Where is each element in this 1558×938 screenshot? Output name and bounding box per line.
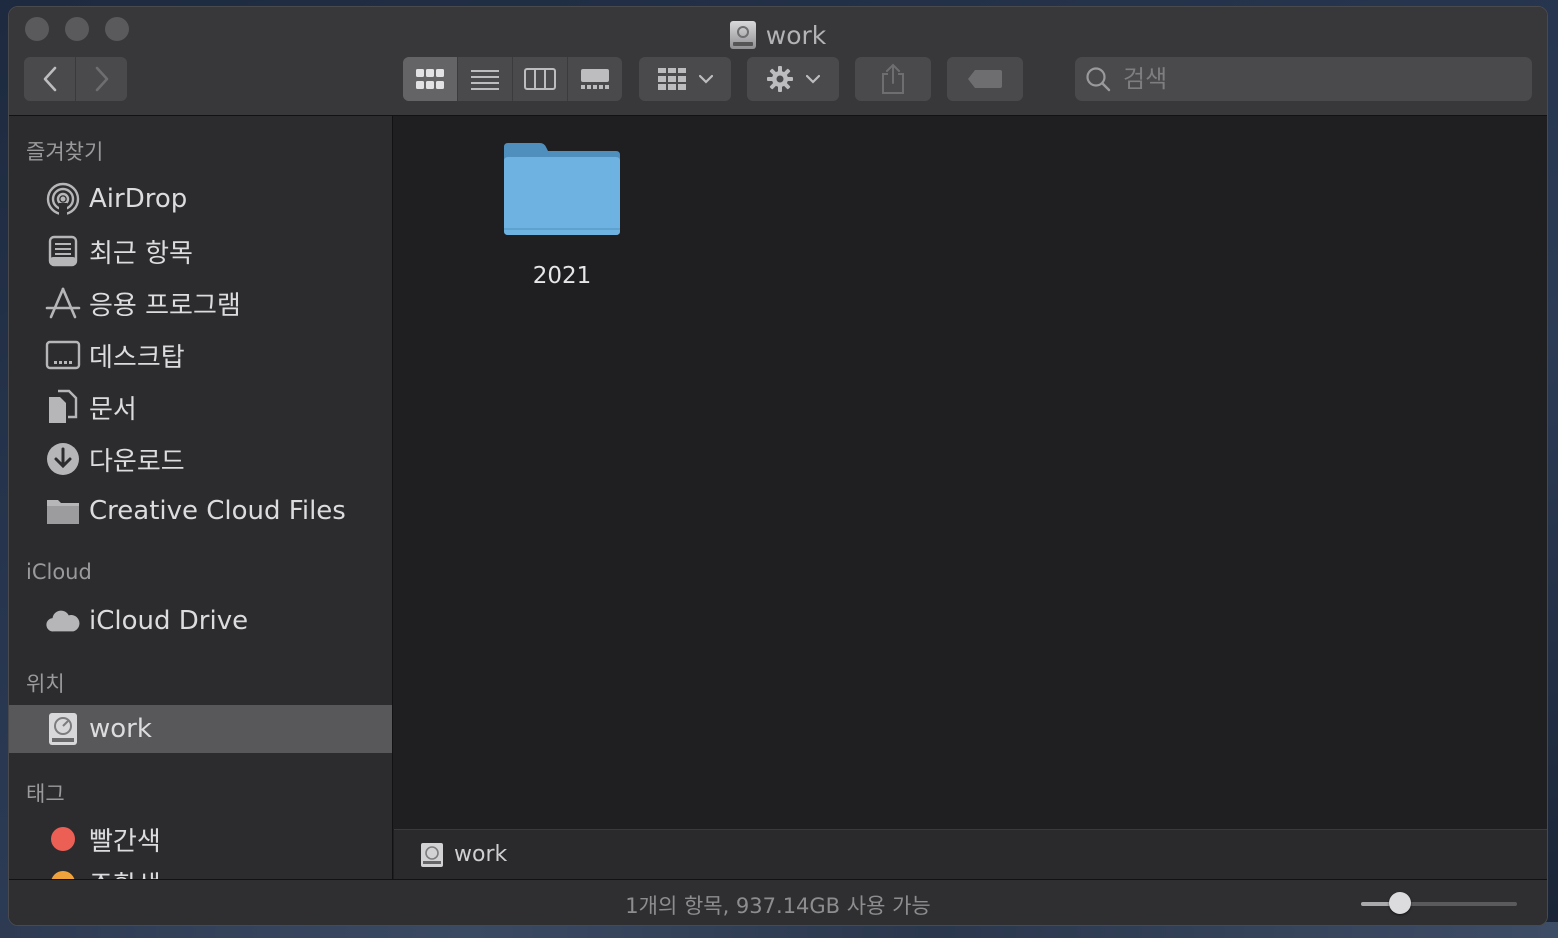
window-title: work xyxy=(9,13,1547,57)
desktop-icon xyxy=(45,337,81,373)
icon-view-button[interactable] xyxy=(403,57,457,101)
sidebar-item-label: 문서 xyxy=(89,394,137,425)
sidebar: 즐겨찾기 AirDrop 최근 항목 응용 프로그램 데스크탑 문서 다운로드 … xyxy=(9,116,393,879)
status-bar: 1개의 항목, 937.14GB 사용 가능 xyxy=(9,879,1547,925)
cloud-icon xyxy=(45,603,81,639)
search-icon xyxy=(1086,67,1111,92)
sidebar-item-airdrop[interactable]: AirDrop xyxy=(9,175,392,223)
sidebar-item-label: AirDrop xyxy=(89,184,188,214)
search-input[interactable] xyxy=(1121,64,1505,94)
sidebar-item-label: 최근 항목 xyxy=(89,238,193,269)
view-mode-control xyxy=(403,57,622,101)
path-bar-item[interactable]: work xyxy=(454,842,507,867)
navigation-group xyxy=(24,57,127,101)
column-view-button[interactable] xyxy=(512,57,567,101)
sidebar-item-icloud-drive[interactable]: iCloud Drive xyxy=(9,597,392,645)
sidebar-item-label: Creative Cloud Files xyxy=(89,496,346,526)
gallery-view-button[interactable] xyxy=(567,57,622,101)
downloads-icon xyxy=(45,441,81,477)
sidebar-item-label: 데스크탑 xyxy=(89,342,185,373)
list-view-button[interactable] xyxy=(457,57,512,101)
tag-icon xyxy=(968,70,1002,88)
icon-grid-icon xyxy=(416,69,444,89)
sidebar-item-tag-orange[interactable]: 주황색 xyxy=(9,859,392,879)
sidebar-item-downloads[interactable]: 다운로드 xyxy=(9,435,392,483)
sidebar-item-tag-red[interactable]: 빨간색 xyxy=(9,815,392,863)
sidebar-item-label: iCloud Drive xyxy=(89,606,249,636)
share-icon xyxy=(882,63,904,94)
sidebar-item-label: 응용 프로그램 xyxy=(89,290,241,321)
chevron-down-icon xyxy=(806,74,820,84)
path-bar: work xyxy=(394,829,1547,879)
group-grid-icon xyxy=(658,68,686,90)
forward-button[interactable] xyxy=(75,57,127,101)
drive-icon xyxy=(45,711,81,747)
sidebar-item-label: 다운로드 xyxy=(89,446,185,477)
recents-icon xyxy=(45,233,81,269)
gallery-icon xyxy=(581,69,609,89)
chevron-right-icon xyxy=(95,66,108,92)
tag-dot-icon xyxy=(45,821,81,857)
back-button[interactable] xyxy=(24,57,75,101)
gear-icon xyxy=(767,66,793,92)
sidebar-item-label: work xyxy=(89,714,152,744)
sidebar-item-work[interactable]: work xyxy=(9,705,392,753)
action-menu-button[interactable] xyxy=(747,57,839,101)
applications-icon xyxy=(45,285,81,321)
tag-dot-icon xyxy=(45,865,81,879)
sidebar-item-documents[interactable]: 문서 xyxy=(9,383,392,431)
window-title-text: work xyxy=(765,20,827,50)
sidebar-section-tags: 태그 xyxy=(26,782,65,806)
list-icon xyxy=(471,70,499,90)
airdrop-icon xyxy=(45,181,81,217)
status-text: 1개의 항목, 937.14GB 사용 가능 xyxy=(625,894,931,918)
file-item-label: 2021 xyxy=(532,263,592,289)
folder-icon xyxy=(45,493,81,529)
toolbar: work xyxy=(9,7,1547,116)
drive-icon xyxy=(729,21,756,49)
search-field[interactable] xyxy=(1075,57,1532,101)
drive-icon xyxy=(421,842,443,867)
chevron-down-icon xyxy=(699,74,713,84)
documents-icon xyxy=(45,389,81,425)
share-button[interactable] xyxy=(855,57,931,101)
group-by-button[interactable] xyxy=(639,57,731,101)
sidebar-item-label: 주황색 xyxy=(89,865,161,880)
sidebar-section-locations: 위치 xyxy=(26,672,65,696)
columns-icon xyxy=(524,68,556,90)
sidebar-item-label: 빨간색 xyxy=(89,826,161,857)
folder-icon xyxy=(504,143,620,235)
file-item[interactable]: 2021 xyxy=(492,141,632,289)
sidebar-item-desktop[interactable]: 데스크탑 xyxy=(9,331,392,379)
sidebar-item-creative-cloud-files[interactable]: Creative Cloud Files xyxy=(9,487,392,535)
sidebar-section-icloud: iCloud xyxy=(26,560,92,584)
slider-knob[interactable] xyxy=(1389,892,1411,914)
tags-button[interactable] xyxy=(947,57,1023,101)
sidebar-section-favorites: 즐겨찾기 xyxy=(26,140,104,164)
sidebar-item-recents[interactable]: 최근 항목 xyxy=(9,227,392,275)
sidebar-item-applications[interactable]: 응용 프로그램 xyxy=(9,279,392,327)
finder-window: work 검색 즐겨찾기 AirDrop 최근 항목 응용 프로그램 데스크탑 … xyxy=(8,6,1548,926)
chevron-left-icon xyxy=(43,66,56,92)
file-browser-area[interactable]: 2021 xyxy=(394,116,1547,829)
icon-size-slider[interactable] xyxy=(1361,892,1517,914)
